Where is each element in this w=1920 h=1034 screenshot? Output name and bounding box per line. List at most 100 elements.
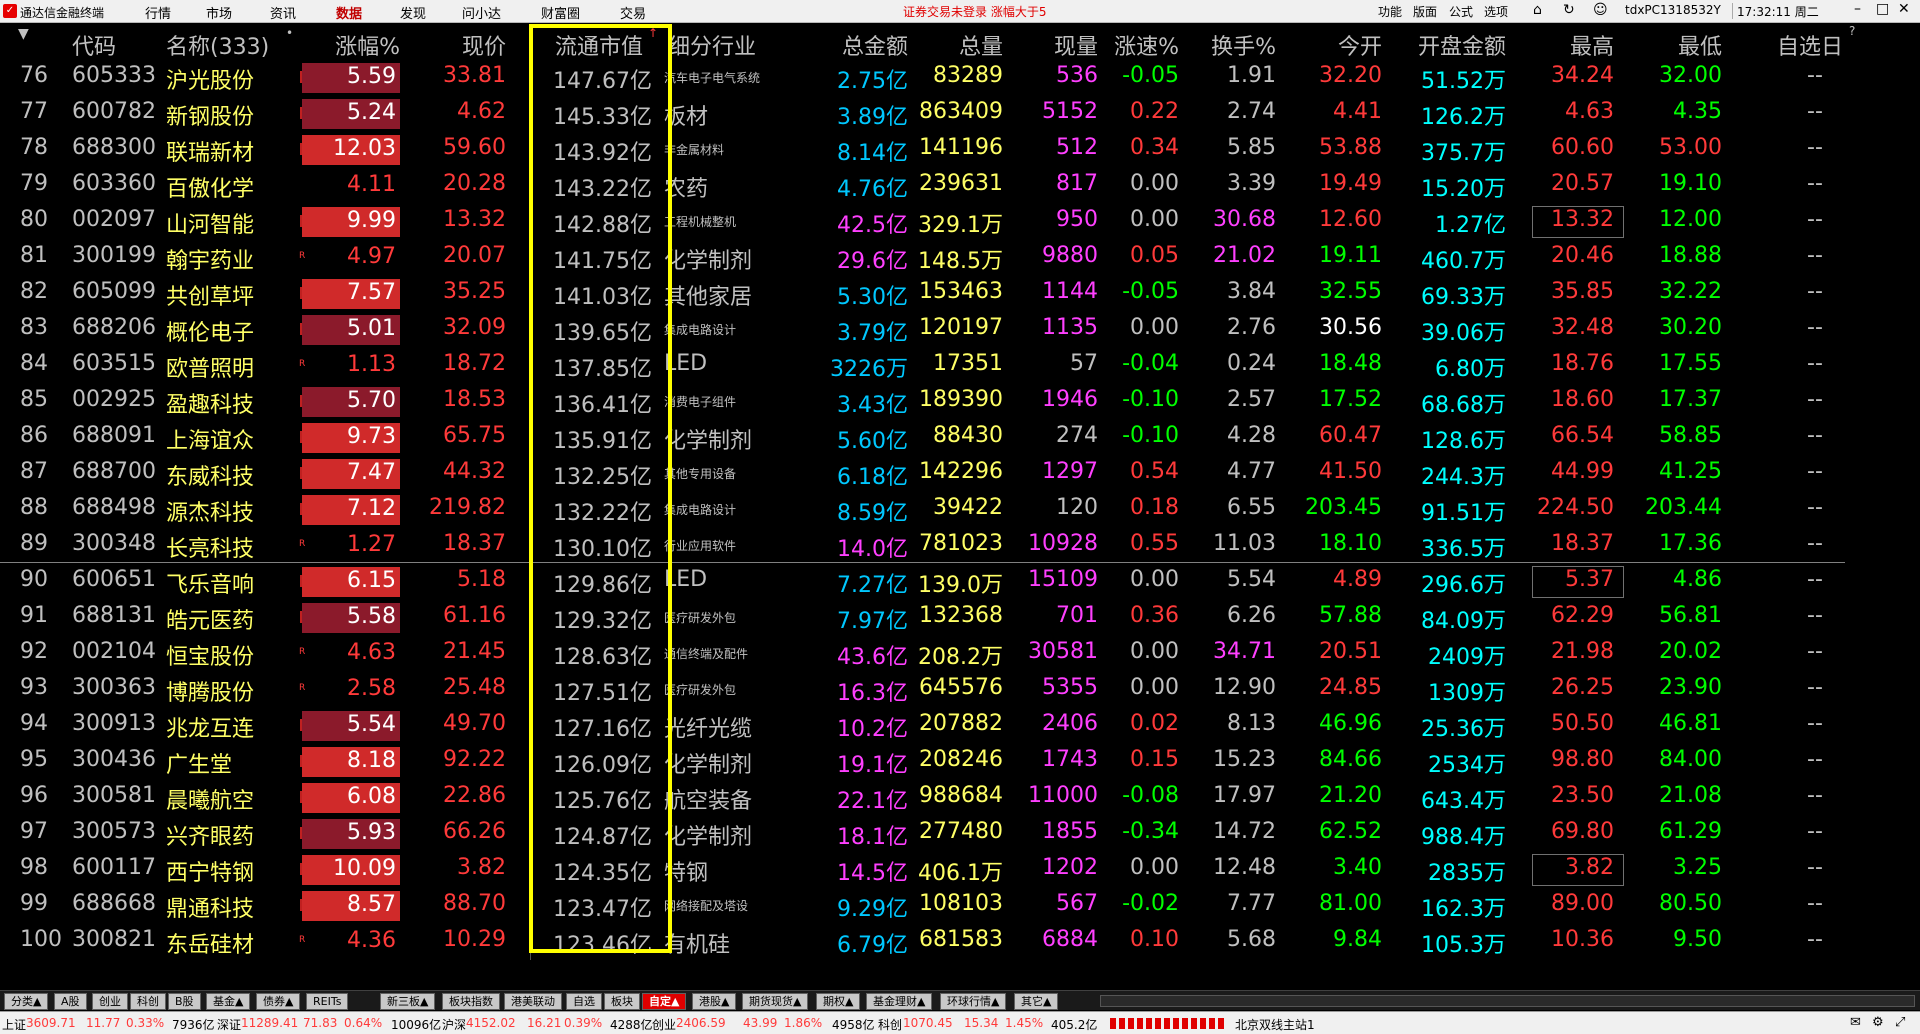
account-id[interactable]: tdxPC1318532Y — [1625, 3, 1721, 17]
hs-value[interactable]: 4152.02 — [466, 1016, 516, 1030]
row-industry[interactable]: 化学制剂 — [664, 423, 752, 455]
menu-wenxiaoda[interactable]: 问小达 — [462, 3, 501, 22]
row-name[interactable]: 东威科技 — [166, 459, 254, 491]
menu-gongshi[interactable]: 公式 — [1449, 3, 1473, 20]
row-name[interactable]: 山河智能 — [166, 207, 254, 239]
row-code[interactable]: 300581 — [72, 783, 156, 808]
tab-13[interactable]: 自定▲ — [642, 993, 687, 1010]
table-row[interactable]: 98 600117 西宁特钢 3.82 124.35亿 14.5亿 406.1万 1202 0.… — [0, 852, 1920, 888]
col-name[interactable]: 名称(333) — [166, 29, 269, 61]
sz-value[interactable]: 11289.41 — [241, 1016, 298, 1030]
row-name[interactable]: 兴齐眼药 — [166, 819, 254, 851]
row-code[interactable]: 002104 — [72, 639, 156, 664]
tab-14[interactable]: 港股▲ — [692, 993, 737, 1010]
menu-jiaoyi[interactable]: 交易 — [620, 3, 646, 22]
minimize-icon[interactable]: – — [1854, 1, 1861, 17]
table-row[interactable]: 97 300573 兴齐眼药 66.26 124.87亿 18.1亿 277480 1855-… — [0, 816, 1920, 852]
close-icon[interactable]: ✕ — [1898, 1, 1910, 17]
table-row[interactable]: 96 300581 晨曦航空 22.86 125.76亿 22.1亿 988684 11000… — [0, 780, 1920, 816]
row-code[interactable]: 605333 — [72, 63, 156, 88]
row-name[interactable]: 东岳硅材 — [166, 927, 254, 959]
tab-18[interactable]: 环球行情▲ — [940, 993, 1007, 1010]
row-industry[interactable]: 医疗研发外包 — [664, 609, 736, 626]
table-row[interactable]: 84 603515 欧普照明 18.72 137.85亿 3226万 17351 57 -0.0… — [0, 348, 1920, 384]
row-industry[interactable]: 有机硅 — [664, 927, 730, 959]
col-open[interactable]: 今开 — [1338, 29, 1382, 61]
col-cur[interactable]: 现量 — [1054, 29, 1098, 61]
row-name[interactable]: 翰宇药业 — [166, 243, 254, 275]
col-volume[interactable]: 总量 — [959, 29, 1003, 61]
row-industry[interactable]: 消费电子组件 — [664, 393, 736, 410]
row-code[interactable]: 300436 — [72, 747, 156, 772]
row-code[interactable]: 605099 — [72, 279, 156, 304]
tab-2[interactable]: 创业 — [92, 993, 128, 1010]
row-name[interactable]: 沪光股份 — [166, 63, 254, 95]
tab-6[interactable]: 债券▲ — [256, 993, 301, 1010]
tab-15[interactable]: 期货现货▲ — [742, 993, 809, 1010]
row-name[interactable]: 恒宝股份 — [166, 639, 254, 671]
sh-value[interactable]: 3609.71 — [26, 1016, 76, 1030]
table-row[interactable]: 79 603360 百傲化学 20.28 143.22亿 4.76亿 239631 817 0.… — [0, 168, 1920, 204]
row-name[interactable]: 广生堂 — [166, 747, 232, 779]
col-pct[interactable]: 涨幅% — [335, 29, 400, 61]
table-row[interactable]: 100 300821 东岳硅材 10.29 123.46亿 6.79亿 681583 6884… — [0, 924, 1920, 960]
row-name[interactable]: 晨曦航空 — [166, 783, 254, 815]
tab-16[interactable]: 期权▲ — [816, 993, 861, 1010]
row-industry[interactable]: 网络接配及塔设 — [664, 897, 748, 914]
menu-caifuquan[interactable]: 财富圈 — [541, 3, 580, 22]
row-code[interactable]: 300913 — [72, 711, 156, 736]
refresh-icon[interactable]: ↻ — [1563, 2, 1575, 18]
menu-banmian[interactable]: 版面 — [1413, 3, 1437, 20]
row-industry[interactable]: 集成电路设计 — [664, 501, 736, 518]
row-code[interactable]: 688668 — [72, 891, 156, 916]
row-code[interactable]: 603515 — [72, 351, 156, 376]
row-code[interactable]: 300199 — [72, 243, 156, 268]
col-turnover[interactable]: 换手% — [1211, 29, 1276, 61]
col-industry[interactable]: 细分行业 — [668, 29, 756, 61]
row-code[interactable]: 300348 — [72, 531, 156, 556]
row-industry[interactable]: 集成电路设计 — [664, 321, 736, 338]
tab-0[interactable]: 分类▲ — [4, 993, 49, 1010]
row-code[interactable]: 600117 — [72, 855, 156, 880]
row-industry[interactable]: 光纤光缆 — [664, 711, 752, 743]
row-industry[interactable]: 航空装备 — [664, 783, 752, 815]
row-industry[interactable]: 汽车电子电气系统 — [664, 69, 760, 86]
table-row[interactable]: 95 300436 广生堂 92.22 126.09亿 19.1亿 208246 1743 0.… — [0, 744, 1920, 780]
horizontal-scrollbar[interactable] — [1100, 995, 1915, 1007]
maximize-icon[interactable]: □ — [1876, 1, 1889, 17]
table-row[interactable]: 78 688300 联瑞新材 59.60 143.92亿 8.14亿 141196 512 0.… — [0, 132, 1920, 168]
table-row[interactable]: 90 600651 飞乐音响 5.18 129.86亿 7.27亿 139.0万 15109 0… — [0, 564, 1920, 600]
row-code[interactable]: 688300 — [72, 135, 156, 160]
row-code[interactable]: 688206 — [72, 315, 156, 340]
lock-icon[interactable]: ⌂ — [1533, 2, 1542, 18]
table-row[interactable]: 88 688498 源杰科技 219.82 132.22亿 8.59亿 39422 120 0.… — [0, 492, 1920, 528]
row-name[interactable]: 鼎通科技 — [166, 891, 254, 923]
row-code[interactable]: 300821 — [72, 927, 156, 952]
table-row[interactable]: 82 605099 共创草坪 35.25 141.03亿 5.30亿 153463 1144-… — [0, 276, 1920, 312]
kc-value[interactable]: 1070.45 — [903, 1016, 953, 1030]
table-row[interactable]: 86 688091 上海谊众 65.75 135.91亿 5.60亿 88430 274 -0.… — [0, 420, 1920, 456]
user-icon[interactable]: ☺ — [1593, 2, 1608, 18]
row-name[interactable]: 百傲化学 — [166, 171, 254, 203]
row-code[interactable]: 002925 — [72, 387, 156, 412]
row-code[interactable]: 688700 — [72, 459, 156, 484]
row-name[interactable]: 概伦电子 — [166, 315, 254, 347]
row-industry[interactable]: 化学制剂 — [664, 747, 752, 779]
sort-arrow-icon[interactable]: ▼ — [18, 26, 29, 42]
row-name[interactable]: 飞乐音响 — [166, 567, 254, 599]
table-row[interactable]: 85 002925 盈趣科技 18.53 136.41亿 3.43亿 189390 1946-… — [0, 384, 1920, 420]
row-industry[interactable]: 医疗研发外包 — [664, 681, 736, 698]
row-name[interactable]: 长亮科技 — [166, 531, 254, 563]
row-name[interactable]: 兆龙互连 — [166, 711, 254, 743]
row-name[interactable]: 博腾股份 — [166, 675, 254, 707]
menu-xuanxiang[interactable]: 选项 — [1484, 3, 1508, 20]
row-industry[interactable]: 行业应用软件 — [664, 537, 736, 554]
tab-1[interactable]: A股 — [54, 993, 87, 1010]
row-name[interactable]: 盈趣科技 — [166, 387, 254, 419]
table-row[interactable]: 91 688131 皓元医药 61.16 129.32亿 7.97亿 132368 701 0.… — [0, 600, 1920, 636]
tab-8[interactable]: 新三板▲ — [380, 993, 436, 1010]
row-name[interactable]: 欧普照明 — [166, 351, 254, 383]
table-row[interactable]: 77 600782 新钢股份 4.62 145.33亿 3.89亿 863409 5152 0.… — [0, 96, 1920, 132]
tab-4[interactable]: B股 — [168, 993, 201, 1010]
server-name[interactable]: 北京双线主站1 — [1235, 1016, 1315, 1033]
